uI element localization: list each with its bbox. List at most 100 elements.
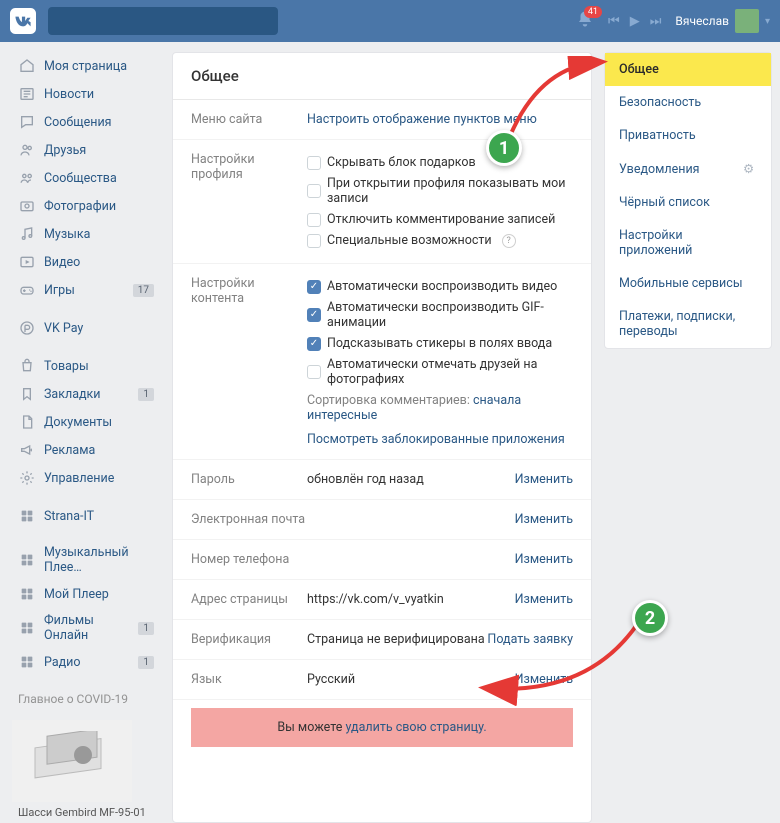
- user-menu[interactable]: Вячеслав ▾: [675, 9, 770, 33]
- sidebar-item-label: Музыкальный Плее…: [44, 545, 154, 575]
- ad-title[interactable]: Шасси Gembird MF-95-01: [12, 802, 160, 823]
- profile-option-2[interactable]: Отключить комментирование записей: [307, 209, 573, 230]
- change-password-link[interactable]: Изменить: [515, 472, 573, 487]
- section-phone: Номер телефона Изменить: [173, 540, 591, 580]
- configure-menu-link[interactable]: Настроить отображение пунктов меню: [307, 112, 537, 127]
- sidebar-item-app[interactable]: Мой Плеер: [12, 580, 160, 608]
- checkbox[interactable]: [307, 365, 321, 379]
- games-icon: [18, 281, 36, 299]
- change-email-link[interactable]: Изменить: [515, 512, 573, 527]
- content-option-0[interactable]: Автоматически воспроизводить видео: [307, 276, 573, 297]
- nav-badge: 17: [133, 284, 154, 297]
- profile-option-0[interactable]: Скрывать блок подарков: [307, 152, 573, 173]
- settings-tab-4[interactable]: Чёрный список: [605, 186, 771, 219]
- checkbox[interactable]: [307, 280, 321, 294]
- annotation-badge-1: 1: [486, 130, 522, 166]
- search-input[interactable]: [48, 7, 278, 35]
- settings-tab-1[interactable]: Безопасность: [605, 86, 771, 119]
- address-value: https://vk.com/v_vyatkin: [307, 592, 515, 607]
- checkbox[interactable]: [307, 308, 321, 322]
- app-icon: [18, 507, 36, 525]
- checkbox-label: Автоматически воспроизводить видео: [327, 279, 557, 294]
- profile-option-1[interactable]: При открытии профиля показывать мои запи…: [307, 173, 573, 209]
- checkbox[interactable]: [307, 337, 321, 351]
- sidebar-item-home[interactable]: Моя страница: [12, 52, 160, 80]
- sidebar-item-bookmark[interactable]: Закладки1: [12, 380, 160, 408]
- app-icon: [18, 585, 36, 603]
- sidebar-item-label: VK Pay: [44, 321, 83, 336]
- gear-icon[interactable]: ⚙: [743, 161, 757, 177]
- settings-tab-2[interactable]: Приватность: [605, 119, 771, 152]
- play-icon[interactable]: ▶: [630, 14, 640, 29]
- sidebar-item-ads[interactable]: Реклама: [12, 436, 160, 464]
- blocked-apps-link[interactable]: Посмотреть заблокированные приложения: [307, 432, 565, 447]
- content-option-3[interactable]: Автоматически отмечать друзей на фотогра…: [307, 354, 573, 390]
- checkbox-label: Автоматически воспроизводить GIF-анимаци…: [327, 300, 573, 330]
- sidebar-item-video[interactable]: Видео: [12, 248, 160, 276]
- docs-icon: [18, 413, 36, 431]
- sidebar-item-manage[interactable]: Управление: [12, 464, 160, 492]
- sidebar-item-app[interactable]: Музыкальный Плее…: [12, 540, 160, 580]
- sidebar-item-label: Радио: [44, 655, 81, 670]
- sidebar-item-label: Игры: [44, 283, 75, 298]
- help-icon[interactable]: ?: [502, 234, 516, 248]
- comment-sort: Сортировка комментариев: сначала интерес…: [307, 390, 573, 426]
- sidebar-item-label: Моя страница: [44, 59, 127, 74]
- settings-tab-0[interactable]: Общее: [605, 53, 771, 86]
- checkbox[interactable]: [307, 184, 321, 198]
- sidebar-item-groups[interactable]: Сообщества: [12, 164, 160, 192]
- content-option-2[interactable]: Подсказывать стикеры в полях ввода: [307, 333, 573, 354]
- section-address: Адрес страницы https://vk.com/v_vyatkin …: [173, 580, 591, 620]
- section-label: Электронная почта: [191, 512, 307, 527]
- settings-tab-3[interactable]: Уведомления⚙: [605, 152, 771, 186]
- sidebar-item-shop[interactable]: Товары: [12, 352, 160, 380]
- sidebar-item-music[interactable]: Музыка: [12, 220, 160, 248]
- sidebar-item-pay[interactable]: VK Pay: [12, 314, 160, 342]
- ad-image[interactable]: [12, 720, 132, 802]
- delete-page-link[interactable]: удалить свою страницу.: [345, 720, 486, 735]
- comment-sort-link[interactable]: сначала интересные: [307, 393, 521, 423]
- content-option-1[interactable]: Автоматически воспроизводить GIF-анимаци…: [307, 297, 573, 333]
- settings-tab-7[interactable]: Платежи, подписки, переводы: [605, 300, 771, 348]
- checkbox[interactable]: [307, 234, 321, 248]
- section-profile-settings: Настройки профиля Скрывать блок подарков…: [173, 140, 591, 264]
- settings-tab-label: Чёрный список: [619, 195, 710, 210]
- next-track-icon[interactable]: ⏭: [650, 14, 662, 29]
- change-phone-link[interactable]: Изменить: [515, 552, 573, 567]
- vk-logo-icon[interactable]: [10, 8, 36, 34]
- sidebar-item-games[interactable]: Игры 17: [12, 276, 160, 304]
- settings-panel: Общее Меню сайта Настроить отображение п…: [172, 52, 592, 823]
- sidebar-item-label: Друзья: [44, 143, 86, 158]
- checkbox[interactable]: [307, 213, 321, 227]
- sidebar-item-app[interactable]: Фильмы Онлайн1: [12, 608, 160, 648]
- covid-link[interactable]: Главное о COVID-19: [12, 686, 160, 712]
- settings-tab-5[interactable]: Настройки приложений: [605, 219, 771, 267]
- sidebar-item-news[interactable]: Новости: [12, 80, 160, 108]
- sidebar-item-label: Управление: [44, 471, 114, 486]
- notifications-button[interactable]: 41: [576, 10, 594, 32]
- change-language-link[interactable]: Изменить: [515, 672, 573, 687]
- page-title: Общее: [173, 53, 591, 100]
- change-address-link[interactable]: Изменить: [515, 592, 573, 607]
- delete-prefix: Вы можете: [277, 720, 345, 735]
- nav-badge: 1: [138, 656, 154, 669]
- media-controls: ⏮ ▶ ⏭: [608, 14, 661, 29]
- sidebar-item-label: Strana-IT: [44, 509, 94, 524]
- sidebar-item-app[interactable]: Радио 1: [12, 648, 160, 676]
- sidebar-item-docs[interactable]: Документы: [12, 408, 160, 436]
- profile-option-3[interactable]: Специальные возможности?: [307, 230, 573, 251]
- sidebar-item-photo[interactable]: Фотографии: [12, 192, 160, 220]
- sidebar-item-app[interactable]: Strana-IT: [12, 502, 160, 530]
- checkbox[interactable]: [307, 156, 321, 170]
- sidebar-item-msg[interactable]: Сообщения: [12, 108, 160, 136]
- settings-tab-6[interactable]: Мобильные сервисы: [605, 267, 771, 300]
- news-icon: [18, 85, 36, 103]
- verification-request-link[interactable]: Подать заявку: [487, 632, 573, 647]
- home-icon: [18, 57, 36, 75]
- bookmark-icon: [18, 385, 36, 403]
- prev-track-icon[interactable]: ⏮: [608, 14, 620, 29]
- sidebar-item-label: Закладки: [44, 387, 101, 402]
- nav-badge: 1: [138, 622, 154, 635]
- music-icon: [18, 225, 36, 243]
- sidebar-item-friends[interactable]: Друзья: [12, 136, 160, 164]
